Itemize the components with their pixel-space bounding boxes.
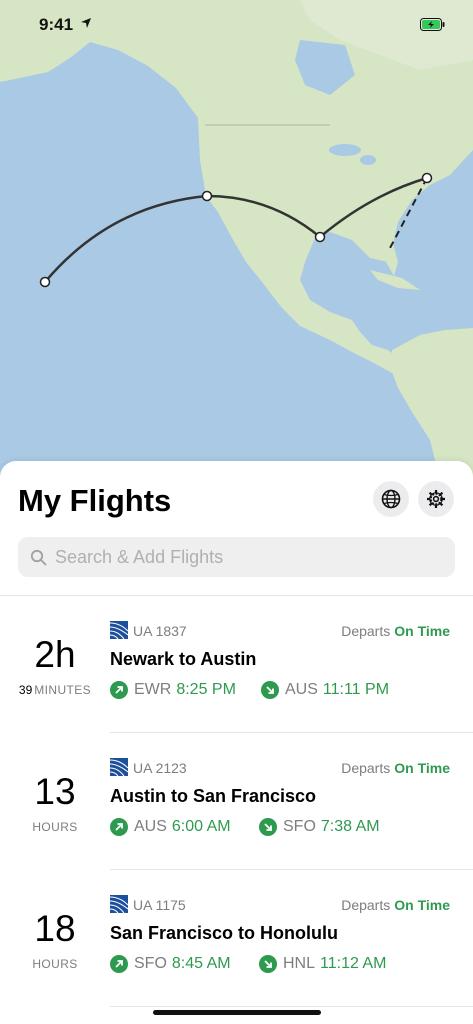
battery-icon — [420, 18, 445, 31]
departure-status: Departs On Time — [341, 760, 450, 776]
flight-number: UA 2123 — [133, 760, 187, 776]
arrival-info: SFO 7:38 AM — [259, 818, 380, 836]
departure-time: 8:25 PM — [176, 681, 236, 698]
row-divider — [110, 1006, 473, 1007]
departure-time: 6:00 AM — [171, 818, 231, 835]
arrival-arrow-icon — [259, 818, 277, 836]
flight-row[interactable]: 13 HOURS UA 2123 Departs On Time Austin t… — [0, 733, 473, 870]
search-input[interactable] — [55, 546, 435, 568]
departure-info: AUS 6:00 AM — [110, 818, 231, 836]
departure-info: EWR 8:25 PM — [110, 681, 236, 699]
settings-button[interactable] — [418, 481, 454, 517]
page-title: My Flights — [18, 483, 172, 518]
map-lake — [329, 144, 361, 156]
location-arrow-icon — [81, 18, 91, 28]
flight-row[interactable]: 18 HOURS UA 1175 Departs On Time San Fran… — [0, 870, 473, 1007]
globe-icon — [381, 489, 401, 509]
airline-logo-icon — [110, 895, 128, 913]
map-lake — [360, 155, 376, 165]
search-icon — [30, 549, 47, 565]
airline-logo-icon — [110, 621, 128, 639]
flights-sheet: My Flights 2h 39MINUTES UA 1 — [0, 461, 473, 1024]
status-value: On Time — [394, 897, 450, 913]
departure-status: Departs On Time — [341, 897, 450, 913]
arrival-code: SFO — [283, 818, 316, 835]
map-land-caribbean — [370, 270, 420, 290]
status-label: Departs — [341, 897, 391, 913]
arrival-code: AUS — [285, 681, 318, 698]
countdown-minutes: 39 — [18, 683, 33, 697]
arrival-time: 11:12 AM — [320, 955, 387, 972]
airport-pin-aus — [314, 231, 326, 243]
arrival-arrow-icon — [261, 681, 279, 699]
flight-route: Austin to San Francisco — [110, 786, 317, 806]
status-bar: 9:41 — [0, 0, 473, 50]
departure-arrow-icon — [110, 955, 128, 973]
departure-status: Departs On Time — [341, 623, 450, 639]
departure-arrow-icon — [110, 818, 128, 836]
arrival-info: HNL 11:12 AM — [259, 955, 386, 973]
departure-arrow-icon — [110, 681, 128, 699]
flight-route: San Francisco to Honolulu — [110, 923, 339, 943]
status-value: On Time — [394, 760, 450, 776]
departure-time: 8:45 AM — [171, 955, 231, 972]
flight-row[interactable]: 2h 39 MINUTES UA 1837 Departs On Time Newa… — [0, 596, 473, 733]
airline-logo-icon — [110, 758, 128, 776]
gear-icon — [427, 490, 445, 508]
flight-route: Newark to Austin — [110, 649, 257, 669]
countdown-value: 2h — [34, 634, 76, 675]
departure-info: SFO 8:45 AM — [110, 955, 231, 973]
countdown-value: 13 — [34, 771, 76, 812]
countdown-unit-label: MINUTES — [34, 683, 92, 697]
map-canvas — [0, 0, 473, 480]
departure-code: SFO — [134, 955, 167, 972]
home-indicator[interactable] — [153, 1010, 321, 1015]
arrival-arrow-icon — [259, 955, 277, 973]
status-value: On Time — [394, 623, 450, 639]
arrival-time: 7:38 AM — [320, 818, 380, 835]
status-label: Departs — [341, 760, 391, 776]
search-bar[interactable] — [18, 537, 455, 577]
airport-pin-ewr — [421, 172, 433, 184]
status-label: Departs — [341, 623, 391, 639]
departure-code: AUS — [134, 818, 167, 835]
route-sfo-hnl — [44, 194, 208, 283]
departure-code: EWR — [134, 681, 172, 698]
countdown-value: 18 — [34, 908, 76, 949]
flight-map[interactable] — [0, 0, 473, 480]
countdown-unit: 39 MINUTES — [0, 683, 110, 697]
status-time: 9:41 — [39, 15, 74, 34]
airport-pin-sfo — [201, 190, 213, 202]
arrival-info: AUS 11:11 PM — [261, 681, 389, 699]
airport-pin-hnl — [39, 276, 51, 288]
countdown-unit: HOURS — [32, 820, 78, 834]
arrival-time: 11:11 PM — [322, 681, 390, 698]
globe-button[interactable] — [373, 481, 409, 517]
arrival-code: HNL — [283, 955, 316, 972]
flight-number: UA 1837 — [133, 623, 187, 639]
countdown-unit: HOURS — [32, 957, 78, 971]
map-land-south-america — [390, 328, 473, 480]
flight-number: UA 1175 — [133, 897, 186, 913]
